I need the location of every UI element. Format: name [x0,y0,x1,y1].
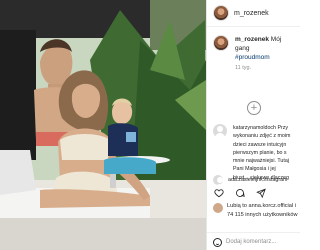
post-sidebar: m_rozenek m_rozenek Mój gang #proudmom 1… [206,0,300,250]
comment-text: katarzynamoldoch Przy wykonaniu zdjęć z … [233,124,290,182]
action-bar [213,187,266,198]
share-icon[interactable] [255,187,266,198]
comment-line: Pani Małgosia i jej [233,166,276,173]
likes-summary: Lubią to anna.korcz.official i 74 115 in… [227,202,297,219]
post-header: m_rozenek [207,0,300,27]
commenter-avatar[interactable] [213,124,227,138]
avatar[interactable] [213,5,229,21]
caption-row: m_rozenek Mój gang #proudmom 11 tyg. [213,35,294,73]
comment-username[interactable]: ada.zasieleijnk.instagram [228,177,287,183]
instagram-post: m_rozenek m_rozenek Mój gang #proudmom 1… [0,0,300,250]
caption-text-block: m_rozenek Mój gang #proudmom 11 tyg. [235,35,294,73]
comment-icon-svg [235,188,245,197]
commenter-avatar[interactable] [213,175,225,189]
likes-line1[interactable]: Lubią to anna.korcz.official i [227,202,297,211]
comment-line: wykonaniu zdjęć z moim [233,133,291,140]
liker-avatar[interactable] [213,203,223,213]
comment-item: katarzynamoldoch Przy wykonaniu zdjęć z … [213,124,300,182]
comment-line: mnie najważniejsi. Tutaj [233,158,289,165]
emoji-icon[interactable] [213,237,222,247]
likes-line2[interactable]: 74 115 innych użytkowników [227,211,297,220]
add-comment-bar[interactable]: Dodaj komentarz... [207,232,300,250]
comment-line: katarzynamoldoch Przy [233,125,289,131]
comment-item-second: ada.zasieleijnk.instagram [213,175,287,189]
load-more-comments-button[interactable]: + [247,101,261,115]
add-comment-input[interactable]: Dodaj komentarz... [226,239,276,245]
share-icon-svg [255,188,266,198]
comment-line: pierwszym planie, bo s [233,149,287,156]
plus-icon: + [250,101,258,114]
caption-avatar[interactable] [213,35,229,51]
header-username[interactable]: m_rozenek [234,10,269,17]
post-photo[interactable] [0,0,206,250]
comment-line: dzieci zawsze intuicyjn [233,141,287,148]
caption-time: 11 tyg. [235,65,252,71]
heart-icon-svg [213,188,224,197]
family-photo-illustration [0,0,206,250]
comment-icon[interactable] [234,187,245,198]
caption-username[interactable]: m_rozenek [235,36,269,43]
caption-hashtag[interactable]: #proudmom [235,54,270,61]
heart-icon[interactable] [213,187,224,198]
